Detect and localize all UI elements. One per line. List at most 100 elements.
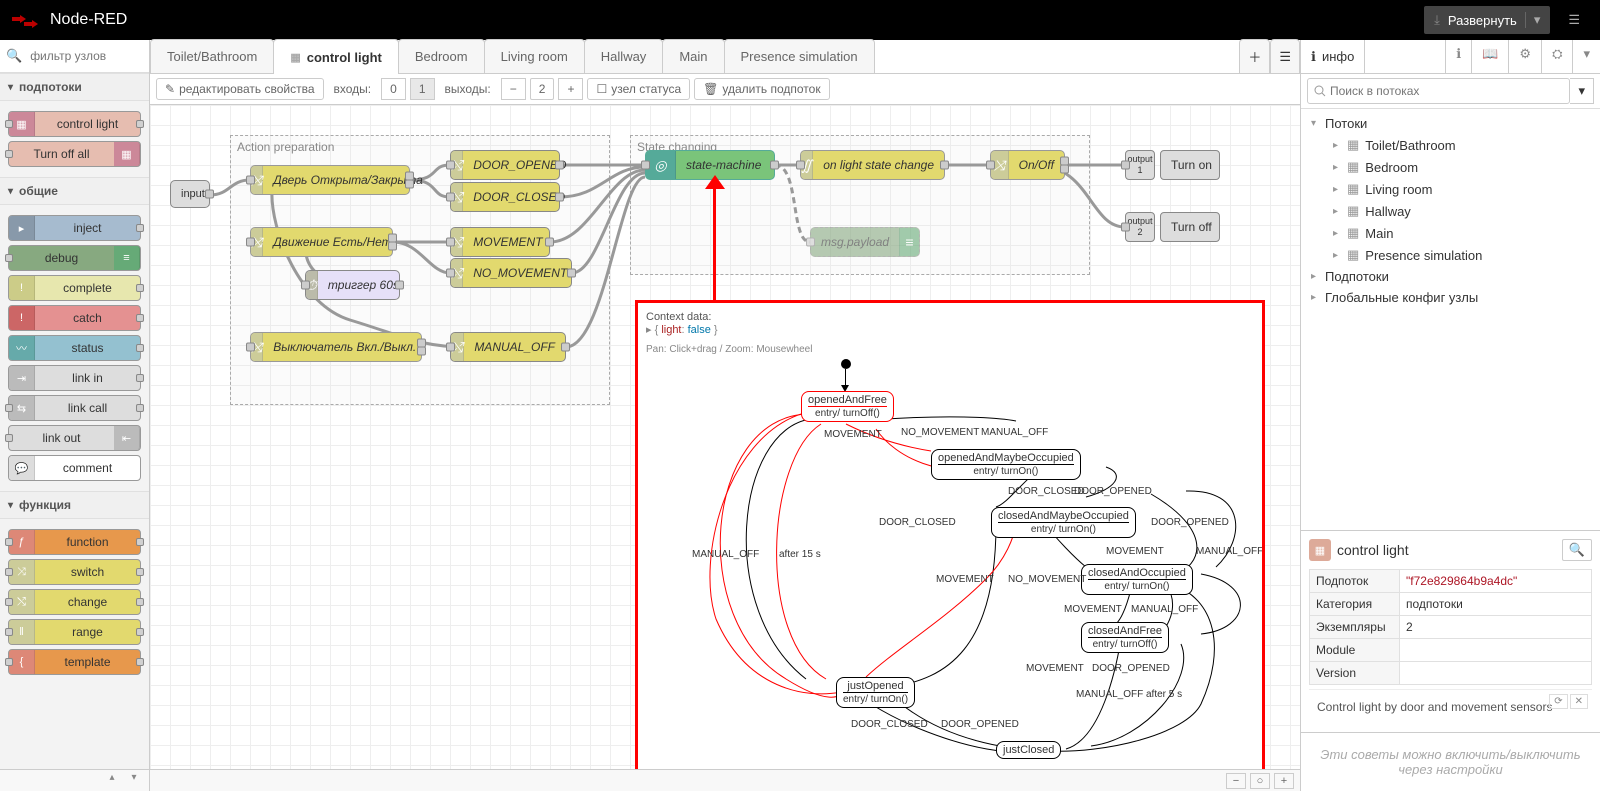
desc-refresh-button[interactable]: ⟳ (1549, 694, 1567, 709)
context-data-value: { light: false } (655, 323, 718, 336)
node-door-closed[interactable]: ⤭DOOR_CLOSED (450, 182, 560, 212)
tab-control-light[interactable]: ▦control light (273, 39, 399, 74)
deploy-label: Развернуть (1448, 13, 1517, 28)
node-turn-on[interactable]: Turn on (1160, 150, 1220, 180)
inputs-1-button[interactable]: 1 (410, 78, 435, 100)
outputs-minus-button[interactable]: − (501, 78, 526, 100)
palette-node-change[interactable]: ⤭change (8, 589, 141, 615)
state-openedAndFree[interactable]: openedAndFreeentry/ turnOff() (801, 391, 894, 422)
subflow-output-1[interactable]: output 1 (1125, 150, 1155, 180)
sidebar-tab-more[interactable]: ▾ (1572, 40, 1600, 73)
tab-presence-simulation[interactable]: Presence simulation (724, 39, 875, 73)
node-movement[interactable]: ⤭MOVEMENT (450, 227, 550, 257)
palette-section-common[interactable]: ▾общие (0, 177, 149, 205)
palette-node-control-light[interactable]: ▦control light (8, 111, 141, 137)
flow-canvas[interactable]: Action preparation State changing (150, 105, 1300, 769)
detail-node-icon: ▦ (1309, 539, 1331, 561)
tree-flow-main[interactable]: ▸▦Main (1301, 222, 1600, 244)
detail-description: ⟳✕ Control light by door and movement se… (1309, 689, 1592, 724)
palette-node-link-call[interactable]: ⇆link call (8, 395, 141, 421)
tree-flow-bedroom[interactable]: ▸▦Bedroom (1301, 156, 1600, 178)
palette-filter-input[interactable] (26, 46, 143, 66)
sidebar-tab-context[interactable]: ⛭ (1541, 40, 1572, 73)
node-movement-switch[interactable]: ⤨Движение Есть/Нет (250, 227, 393, 257)
node-no-movement[interactable]: ⤭NO_MOVEMENT (450, 258, 572, 288)
state-openedAndMaybeOccupied[interactable]: openedAndMaybeOccupiedentry/ turnOn() (931, 449, 1081, 480)
outputs-plus-button[interactable]: + (558, 78, 583, 100)
node-manual-off[interactable]: ⤭MANUAL_OFF (450, 332, 566, 362)
node-debug-payload[interactable]: msg.payload≡ (810, 227, 920, 257)
sidebar-tab-help[interactable]: ℹ (1445, 40, 1471, 73)
deploy-button[interactable]: ⤓ Развернуть ▾ (1424, 6, 1550, 34)
tree-flow-living[interactable]: ▸▦Living room (1301, 178, 1600, 200)
zoom-in-button[interactable]: + (1274, 773, 1294, 789)
palette-node-range[interactable]: ‖range (8, 619, 141, 645)
header: Node-RED ⤓ Развернуть ▾ ☰ (0, 0, 1600, 40)
node-door-switch[interactable]: ⤨Дверь Открыта/Закрыта (250, 165, 410, 195)
subflow-input[interactable]: input (170, 180, 210, 208)
palette-node-comment[interactable]: 💬comment (8, 455, 141, 481)
context-data-label: Context data: (646, 311, 1254, 323)
palette-node-catch[interactable]: !catch (8, 305, 141, 331)
node-onoff[interactable]: ⤨On/Off (990, 150, 1065, 180)
state-closedAndOccupied[interactable]: closedAndOccupiedentry/ turnOn() (1081, 564, 1193, 595)
palette-node-complete[interactable]: !complete (8, 275, 141, 301)
tab-hallway[interactable]: Hallway (584, 39, 664, 73)
sidebar-tab-info[interactable]: ℹинфо (1301, 40, 1365, 73)
palette-node-switch[interactable]: ⤨switch (8, 559, 141, 585)
tree-flow-hallway[interactable]: ▸▦Hallway (1301, 200, 1600, 222)
subflow-output-2[interactable]: output 2 (1125, 212, 1155, 242)
state-diagram[interactable]: openedAndFreeentry/ turnOff() openedAndM… (646, 359, 1254, 767)
palette-section-function[interactable]: ▾функция (0, 491, 149, 519)
palette-expand-button[interactable]: ▾ (125, 772, 143, 788)
tree-subflows[interactable]: ▸Подпотоки (1301, 266, 1600, 287)
node-door-opened[interactable]: ⤭DOOR_OPENED (450, 150, 560, 180)
tree-global-config[interactable]: ▸Глобальные конфиг узлы (1301, 287, 1600, 308)
add-tab-button[interactable]: ＋ (1239, 39, 1270, 73)
state-machine-panel: Context data: ▸ { light: false } Pan: Cl… (635, 300, 1265, 769)
palette-node-turn-off-all[interactable]: Turn off all▦ (8, 141, 141, 167)
palette-node-link-in[interactable]: ⇥link in (8, 365, 141, 391)
tab-toilet-bathroom[interactable]: Toilet/Bathroom (150, 39, 274, 73)
palette-collapse-button[interactable]: ▴ (103, 772, 121, 788)
edit-properties-button[interactable]: ✎редактировать свойства (156, 78, 324, 100)
sidebar-tab-debug[interactable]: 📖 (1471, 40, 1508, 73)
desc-close-button[interactable]: ✕ (1570, 694, 1588, 709)
state-justClosed[interactable]: justClosed (996, 741, 1061, 759)
sidebar-search-input[interactable] (1307, 78, 1570, 104)
palette-section-subflows[interactable]: ▾подпотоки (0, 73, 149, 101)
tree-flow-toilet[interactable]: ▸▦Toilet/Bathroom (1301, 134, 1600, 156)
node-on-light-change[interactable]: ∬on light state change (800, 150, 945, 180)
flow-icon: ▦ (1347, 225, 1359, 241)
state-justOpened[interactable]: justOpenedentry/ turnOn() (836, 677, 915, 708)
palette-node-status[interactable]: 〰status (8, 335, 141, 361)
status-node-toggle[interactable]: ☐узел статуса (587, 78, 690, 100)
zoom-out-button[interactable]: − (1226, 773, 1246, 789)
chevron-down-icon[interactable]: ▾ (1525, 12, 1541, 28)
outputs-count: 2 (530, 78, 555, 100)
node-turn-off[interactable]: Turn off (1160, 212, 1220, 242)
sidebar-search-dropdown[interactable]: ▾ (1570, 78, 1594, 104)
tab-bedroom[interactable]: Bedroom (398, 39, 485, 73)
sidebar-tab-config[interactable]: ⚙ (1508, 40, 1541, 73)
detail-search-button[interactable]: 🔍 (1562, 539, 1592, 561)
state-closedAndMaybeOccupied[interactable]: closedAndMaybeOccupiedentry/ turnOn() (991, 507, 1136, 538)
node-switch-onoff[interactable]: ⤨Выключатель Вкл./Выкл. (250, 332, 422, 362)
tab-living-room[interactable]: Living room (484, 39, 585, 73)
tree-flow-presence[interactable]: ▸▦Presence simulation (1301, 244, 1600, 266)
palette-node-debug[interactable]: debug≡ (8, 245, 141, 271)
tree-flows[interactable]: ▾Потоки (1301, 113, 1600, 134)
tab-list-button[interactable]: ☰ (1270, 39, 1300, 73)
tab-main[interactable]: Main (662, 39, 724, 73)
inputs-0-button[interactable]: 0 (381, 78, 406, 100)
node-trigger-60s[interactable]: ⏱триггер 60s (305, 270, 400, 300)
delete-subflow-button[interactable]: 🗑удалить подпоток (694, 78, 829, 100)
palette-node-inject[interactable]: ▸inject (8, 215, 141, 241)
palette-node-template[interactable]: {template (8, 649, 141, 675)
state-closedAndFree[interactable]: closedAndFreeentry/ turnOff() (1081, 622, 1169, 653)
menu-button[interactable]: ☰ (1558, 6, 1590, 34)
palette-node-function[interactable]: ƒfunction (8, 529, 141, 555)
palette-node-link-out[interactable]: link out⇤ (8, 425, 141, 451)
zoom-reset-button[interactable]: ○ (1250, 773, 1270, 789)
canvas-scroll[interactable]: Action preparation State changing (150, 105, 1300, 769)
